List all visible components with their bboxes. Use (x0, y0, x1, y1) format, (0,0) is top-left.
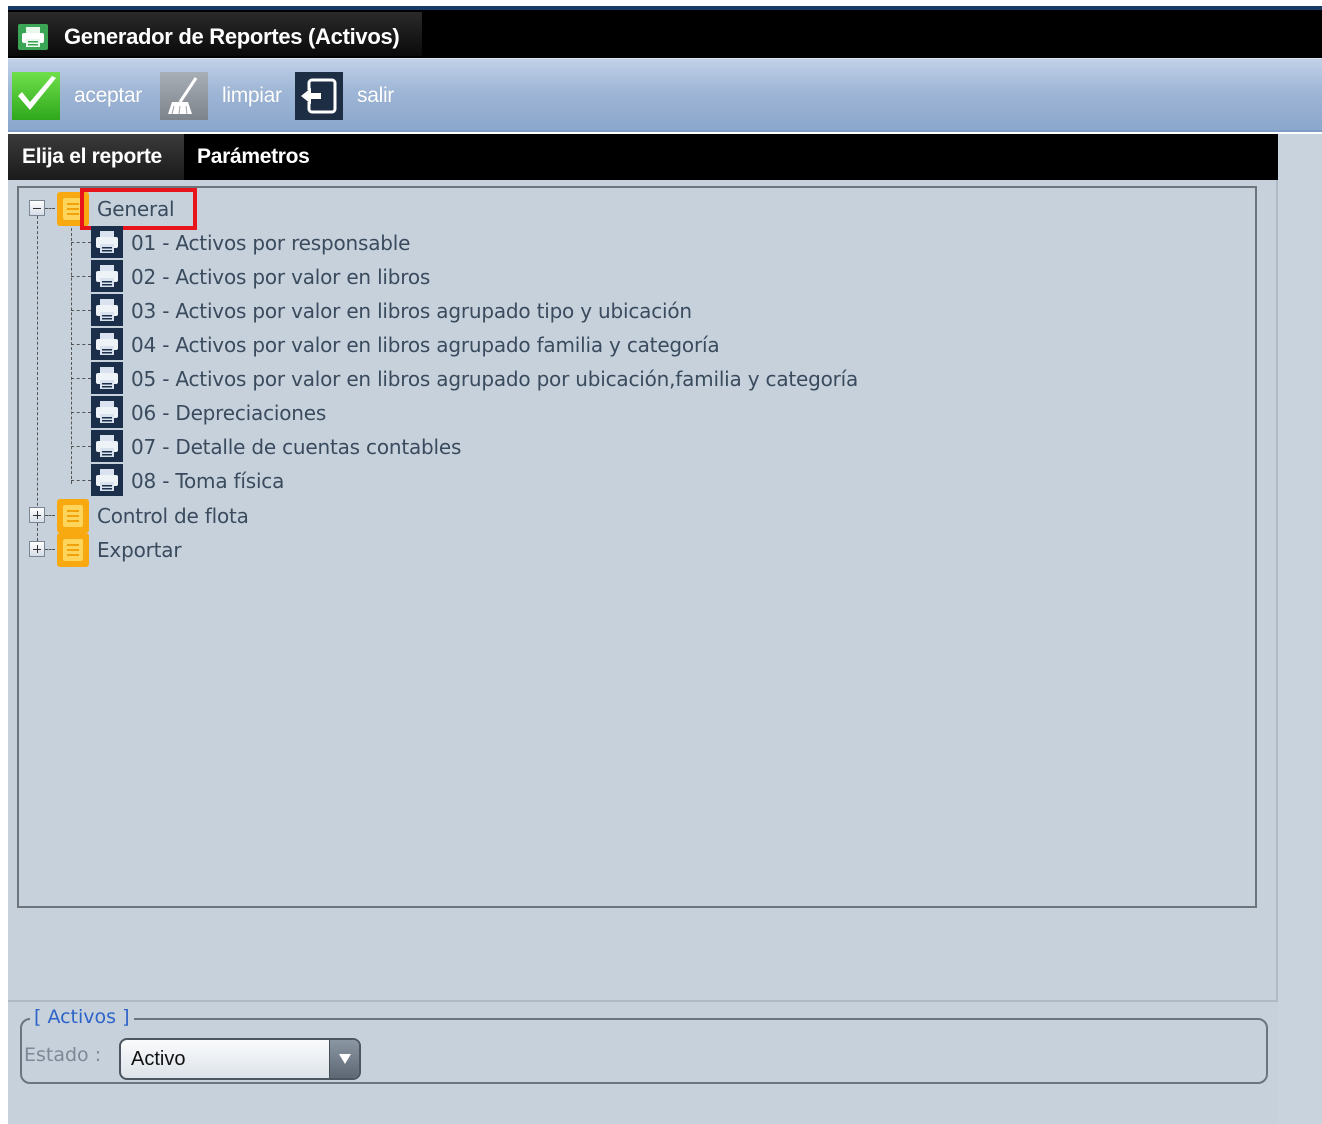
window-title-tab: Generador de Reportes (Activos) (8, 12, 422, 56)
tree-item-label: 08 - Toma física (131, 469, 285, 493)
tree-group-general[interactable]: General (97, 192, 175, 226)
tree-item-label: 01 - Activos por responsable (131, 231, 411, 255)
collapse-general-toggle[interactable] (29, 200, 45, 216)
tree-item-report[interactable]: 01 - Activos por responsable (131, 226, 410, 260)
folder-icon (57, 533, 89, 567)
window-title: Generador de Reportes (Activos) (64, 24, 400, 49)
printer-icon (91, 294, 123, 326)
broom-icon (160, 72, 208, 120)
main-area: Elija el reporte Parámetros General 01 -… (8, 134, 1322, 1124)
expand-fleet-toggle[interactable] (29, 507, 45, 523)
tree-line (45, 549, 55, 550)
tree-group-fleet-control[interactable]: Control de flota (97, 499, 249, 533)
tree-item-report[interactable]: 04 - Activos por valor en libros agrupad… (131, 328, 720, 362)
tree-line (71, 276, 91, 277)
tree-line (45, 515, 55, 516)
folder-icon (57, 499, 89, 533)
tree-item-report[interactable]: 08 - Toma física (131, 464, 284, 498)
clear-button[interactable]: limpiar (160, 59, 282, 133)
tree-line (71, 446, 91, 447)
tree-item-report[interactable]: 07 - Detalle de cuentas contables (131, 430, 461, 464)
printer-icon (91, 464, 123, 496)
tab-parameters-label: Parámetros (197, 145, 310, 168)
printer-icon (91, 362, 123, 394)
tree-line (71, 310, 91, 311)
tree-line (45, 208, 55, 209)
tree-group-export[interactable]: Exportar (97, 533, 182, 567)
tree-item-label: 07 - Detalle de cuentas contables (131, 435, 462, 459)
accept-button[interactable]: aceptar (12, 59, 142, 133)
tab-choose-report[interactable]: Elija el reporte (8, 134, 184, 180)
estado-selected-value: Activo (131, 1048, 186, 1070)
report-tree: General 01 - Activos por responsable 02 … (17, 186, 1257, 908)
tab-bar: Elija el reporte Parámetros (8, 134, 1278, 180)
tree-group-export-label: Exportar (97, 538, 182, 562)
tree-item-report[interactable]: 05 - Activos por valor en libros agrupad… (131, 362, 858, 396)
printer-icon (91, 226, 123, 258)
printer-icon (91, 430, 123, 462)
tree-line (71, 242, 91, 243)
report-generator-icon (18, 24, 48, 50)
tree-line (71, 378, 91, 379)
exit-icon (295, 72, 343, 120)
tree-item-label: 04 - Activos por valor en libros agrupad… (131, 333, 720, 357)
clear-label: limpiar (222, 84, 282, 107)
accept-label: aceptar (74, 84, 142, 107)
printer-icon (91, 396, 123, 428)
exit-button[interactable]: salir (295, 59, 394, 133)
title-bar: Generador de Reportes (Activos) (8, 10, 1322, 58)
tree-group-general-label: General (97, 197, 175, 221)
chevron-down-icon[interactable] (329, 1040, 359, 1078)
tree-line (71, 344, 91, 345)
tree-item-label: 03 - Activos por valor en libros agrupad… (131, 299, 692, 323)
printer-icon (91, 260, 123, 292)
tree-item-report[interactable]: 06 - Depreciaciones (131, 396, 326, 430)
toolbar: aceptar limpiar salir (8, 58, 1322, 132)
estado-select[interactable]: Activo (119, 1038, 361, 1080)
tree-line (37, 216, 38, 546)
tree-line (71, 412, 91, 413)
exit-label: salir (357, 84, 395, 107)
tree-item-label: 02 - Activos por valor en libros (131, 265, 431, 289)
tab-parameters[interactable]: Parámetros (184, 134, 334, 180)
tree-item-report[interactable]: 02 - Activos por valor en libros (131, 260, 430, 294)
report-panel: General 01 - Activos por responsable 02 … (8, 180, 1278, 1002)
tree-item-report[interactable]: 03 - Activos por valor en libros agrupad… (131, 294, 692, 328)
tree-line (71, 480, 91, 481)
printer-icon (91, 328, 123, 360)
checkmark-icon (12, 72, 60, 120)
tree-item-label: 06 - Depreciaciones (131, 401, 327, 425)
assets-filter-group: [ Activos ] Estado : Activo (20, 1006, 1268, 1084)
tree-item-label: 05 - Activos por valor en libros agrupad… (131, 367, 859, 391)
estado-label: Estado : (24, 1044, 102, 1066)
expand-export-toggle[interactable] (29, 541, 45, 557)
assets-filter-legend: [ Activos ] (30, 1006, 134, 1028)
right-scroll-strip (1278, 134, 1322, 1124)
tree-group-fleet-control-label: Control de flota (97, 504, 249, 528)
tab-choose-report-label: Elija el reporte (22, 145, 162, 168)
